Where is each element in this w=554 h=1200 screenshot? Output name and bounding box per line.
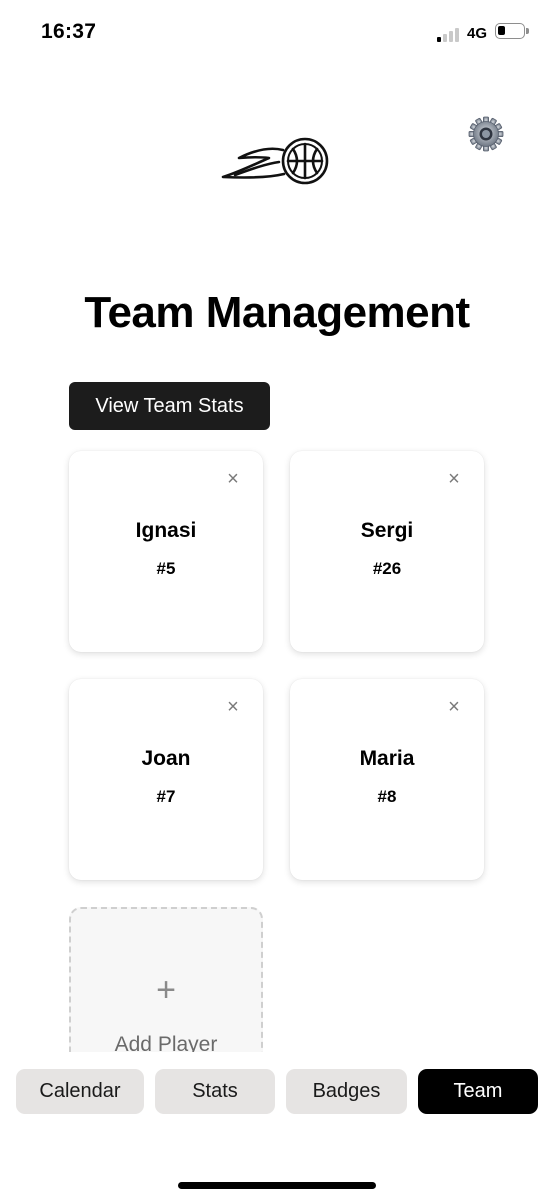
view-team-stats-button[interactable]: View Team Stats (69, 382, 270, 430)
nav-team-button[interactable]: Team (418, 1069, 538, 1114)
player-card[interactable]: × Ignasi #5 (69, 451, 263, 652)
player-name: Sergi (360, 519, 414, 542)
remove-player-icon[interactable]: × (446, 697, 462, 717)
remove-player-icon[interactable]: × (446, 469, 462, 489)
nav-badges-button[interactable]: Badges (286, 1069, 407, 1114)
add-player-card[interactable]: + Add Player (69, 907, 263, 1067)
gear-icon[interactable] (468, 116, 504, 152)
player-number: #26 (372, 559, 402, 578)
player-number: #8 (377, 787, 397, 806)
basketball-fireball-icon (221, 137, 329, 185)
status-time: 16:37 (41, 20, 97, 43)
home-indicator[interactable] (178, 1182, 376, 1189)
nav-stats-button[interactable]: Stats (155, 1069, 275, 1114)
player-card[interactable]: × Joan #7 (69, 679, 263, 880)
remove-player-icon[interactable]: × (225, 469, 241, 489)
signal-icon (437, 26, 463, 42)
nav-calendar-button[interactable]: Calendar (16, 1069, 144, 1114)
plus-icon: + (156, 971, 176, 1009)
network-type: 4G (467, 25, 488, 42)
remove-player-icon[interactable]: × (225, 697, 241, 717)
player-number: #5 (156, 559, 176, 578)
status-bar: 16:37 4G (0, 0, 554, 64)
page-title: Team Management (84, 288, 470, 337)
player-name: Maria (359, 747, 415, 770)
player-name: Joan (141, 747, 191, 770)
player-name: Ignasi (135, 519, 197, 542)
player-number: #7 (156, 787, 176, 806)
battery-icon (495, 23, 529, 39)
player-card[interactable]: × Maria #8 (290, 679, 484, 880)
player-card[interactable]: × Sergi #26 (290, 451, 484, 652)
bottom-nav: Calendar Stats Badges Team (0, 1052, 554, 1200)
